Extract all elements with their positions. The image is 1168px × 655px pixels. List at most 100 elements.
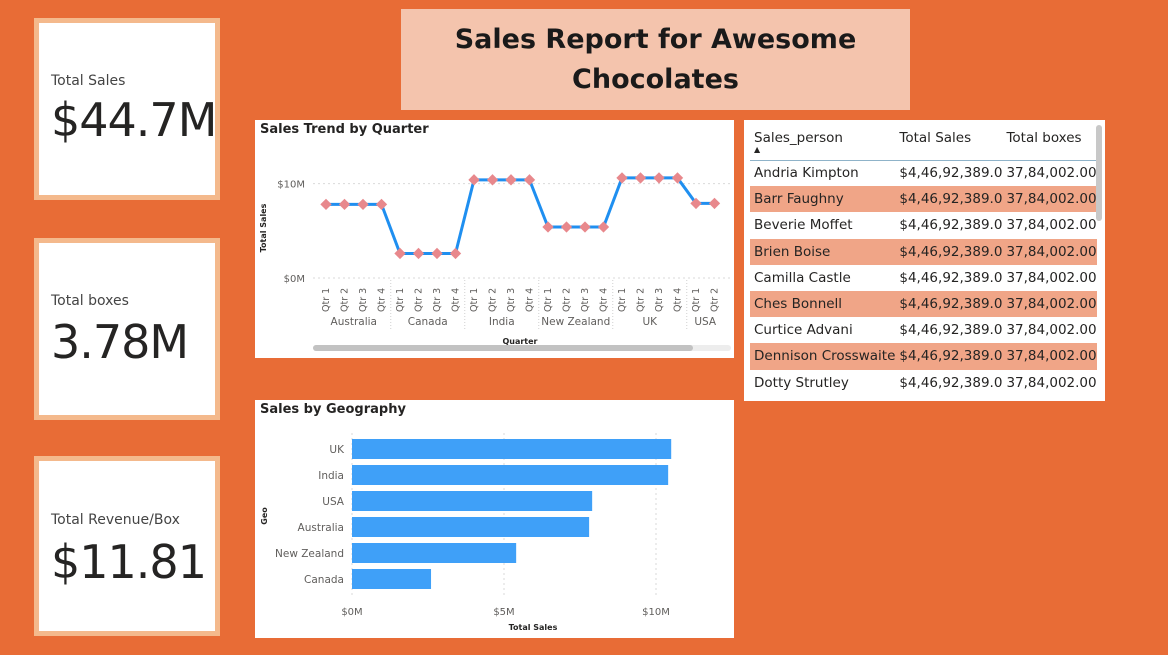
y-tick-label: USA [322,496,345,508]
column-header-sales-person[interactable]: Sales_person ▲ [750,126,896,161]
bar [352,543,517,563]
table-row[interactable]: Ches Bonnell $4,46,92,389.0 37,84,002.00 [750,290,1097,318]
y-axis-label: Total Sales [259,203,268,252]
cell-sales-person: Barr Faughny [750,186,896,213]
sales-trend-chart: $10M $0M Total Sales Qtr 1 Qtr 2 Qtr 3 Qtr 4Au… [259,172,731,351]
table-row[interactable]: Barr Faughny $4,46,92,389.0 37,84,002.00 [750,186,1097,213]
x-group-label: India [489,316,515,328]
kpi-value: 3.78M [51,315,189,369]
x-tick-label: $5M [493,607,514,618]
column-header-total-sales[interactable]: Total Sales [895,126,1003,161]
data-point-marker [468,174,480,186]
x-tick-label: $0M [341,607,362,618]
x-tick-label: Qtr 2 [414,288,425,312]
x-group-label: Canada [408,316,448,328]
cell-total-boxes: 37,84,002.00 [1006,217,1097,234]
cell-total-sales: $4,46,92,389.0 [899,269,1003,286]
kpi-card-total-boxes: Total boxes 3.78M [34,238,220,420]
y-tick-label: $0M [284,274,305,285]
column-header-label: Sales_person [754,130,843,146]
cell-total-boxes: 37,84,002.00 [1006,374,1097,391]
x-tick-label: Qtr 2 [340,288,351,312]
y-tick-label: India [318,470,344,482]
cell-total-boxes: 37,84,002.00 [1002,343,1097,370]
y-tick-label: Canada [304,574,344,586]
x-tick-label: Qtr 3 [654,288,665,312]
x-axis-label: Total Sales [509,623,558,632]
x-tick-label: Qtr 3 [358,288,369,312]
x-group-label: USA [694,316,717,328]
sales-by-geography-chart-panel[interactable]: Sales by Geography $0M $5M $10M UK India USA A… [255,400,734,638]
cell-total-boxes: 37,84,002.00 [1002,238,1097,265]
data-point-marker [653,172,665,184]
table-row[interactable]: Camilla Castle $4,46,92,389.0 37,84,002.00 [750,265,1097,291]
sort-ascending-icon[interactable]: ▲ [754,146,895,154]
x-tick-label: Qtr 3 [580,288,591,312]
data-point-marker [579,221,591,233]
chart-scrollbar-thumb[interactable] [313,345,693,351]
bar [352,465,669,485]
kpi-label: Total boxes [51,293,129,309]
sales-trend-chart-panel[interactable]: Sales Trend by Quarter $10M $0M Total Sale… [255,120,734,358]
table-row[interactable]: Curtice Advani $4,46,92,389.0 37,84,002.00 [750,317,1097,343]
data-point-marker [542,221,554,233]
cell-total-sales: $4,46,92,389.0 [895,290,1003,318]
table-row[interactable]: Beverie Moffet $4,46,92,389.0 37,84,002.00 [750,212,1097,238]
data-point-marker [616,172,628,184]
bar [352,569,432,589]
cell-sales-person: Ches Bonnell [750,290,896,318]
data-point-marker [708,197,721,210]
cell-total-sales: $4,46,92,389.0 [899,165,1003,182]
table-row[interactable]: Dotty Strutley $4,46,92,389.0 37,84,002.00 [750,370,1097,396]
cell-total-boxes: 37,84,002.00 [1002,186,1097,213]
data-point-marker [412,247,425,260]
x-tick-label: Qtr 2 [488,288,499,312]
data-point-marker [320,198,332,211]
column-header-label: Total Sales [899,130,972,146]
y-tick-label: $10M [277,180,305,191]
kpi-label: Total Revenue/Box [51,512,180,528]
x-tick-label: Qtr 1 [617,288,628,312]
kpi-label: Total Sales [51,73,126,89]
cell-total-boxes: 37,84,002.00 [1002,290,1097,318]
bar [352,439,672,459]
y-tick-label: New Zealand [275,548,344,560]
cell-sales-person: Andria Kimpton [754,165,859,182]
data-point-marker [431,247,443,260]
x-tick-label: Qtr 1 [469,288,480,312]
data-point-marker [560,221,573,233]
table-row[interactable]: Dennison Crosswaite $4,46,92,389.0 37,84,0… [750,343,1097,370]
cell-sales-person: Camilla Castle [754,269,851,286]
table-row[interactable]: Brien Boise $4,46,92,389.0 37,84,002.00 [750,238,1097,265]
trend-line [326,176,715,255]
cell-sales-person: Curtice Advani [754,322,853,339]
y-tick-label: UK [329,444,345,456]
x-tick-label: Qtr 2 [562,288,573,312]
column-header-total-boxes[interactable]: Total boxes [1002,126,1097,161]
x-tick-label: Qtr 1 [543,288,554,312]
data-point-marker [357,198,369,211]
x-group-label: Australia [331,316,377,328]
y-tick-label: Australia [298,522,344,534]
x-tick-label: Qtr 2 [636,288,647,312]
table-row[interactable]: Andria Kimpton $4,46,92,389.0 37,84,002.00 [750,160,1097,186]
kpi-card-total-sales: Total Sales $44.7M [34,18,220,200]
sales-person-table[interactable]: Sales_person ▲ Total Sales Total boxes A… [744,120,1105,401]
data-point-marker [449,247,462,260]
x-axis-label: Quarter [502,337,537,346]
cell-total-sales: $4,46,92,389.0 [899,322,1003,339]
sales-by-geography-chart: $0M $5M $10M UK India USA Australia New Zealand… [260,433,672,632]
x-tick-label: Qtr 1 [321,288,332,312]
bar [352,491,593,511]
report-title-box: Sales Report for Awesome Chocolates [401,9,910,110]
column-header-label: Total boxes [1006,130,1082,146]
x-tick-label: Qtr 4 [377,288,388,312]
x-tick-label: Qtr 1 [395,288,406,312]
table-vertical-scrollbar[interactable] [1096,125,1102,221]
x-group-label: UK [642,316,658,328]
cell-total-sales: $4,46,92,389.0 [899,217,1003,234]
cell-sales-person: Dotty Strutley [754,374,849,391]
cell-total-sales: $4,46,92,389.0 [895,238,1003,265]
y-axis-label: Geo [260,507,269,525]
kpi-card-total-revenue-per-box: Total Revenue/Box $11.81 [34,456,220,636]
